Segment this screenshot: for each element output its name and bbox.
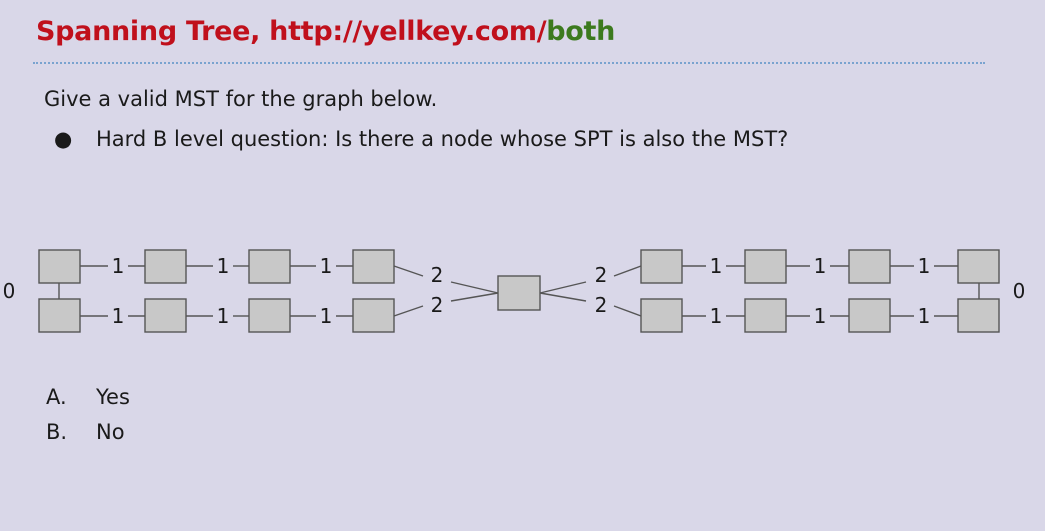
weight-label: 1 bbox=[112, 254, 125, 278]
answer-letter: A. bbox=[46, 385, 67, 409]
edge bbox=[393, 305, 424, 317]
graph-node bbox=[38, 298, 81, 333]
graph-node bbox=[352, 298, 395, 333]
graph-diagram: 0 0 1 1 1 1 1 1 2 2 2 2 1 1 1 1 1 1 bbox=[3, 249, 1026, 333]
graph-node bbox=[144, 249, 187, 284]
graph-node bbox=[957, 249, 1000, 284]
weight-label: 2 bbox=[431, 263, 444, 287]
edge bbox=[613, 265, 642, 277]
weight-label: 1 bbox=[814, 304, 827, 328]
edge bbox=[450, 292, 499, 302]
weight-label: 1 bbox=[217, 304, 230, 328]
weight-label: 1 bbox=[320, 254, 333, 278]
graph-node bbox=[144, 298, 187, 333]
answer-option-b[interactable]: B. No bbox=[46, 420, 130, 455]
graph-node bbox=[248, 298, 291, 333]
weight-label: 1 bbox=[217, 254, 230, 278]
graph-node bbox=[848, 298, 891, 333]
edge bbox=[613, 305, 642, 317]
graph-node bbox=[352, 249, 395, 284]
answer-text: Yes bbox=[96, 385, 130, 409]
answer-text: No bbox=[96, 420, 125, 444]
graph-node bbox=[38, 249, 81, 284]
edge bbox=[450, 281, 499, 294]
weight-label: 1 bbox=[112, 304, 125, 328]
graph-node-center bbox=[497, 275, 541, 311]
title-divider bbox=[33, 62, 985, 64]
weight-label: 1 bbox=[918, 304, 931, 328]
weight-label: 1 bbox=[320, 304, 333, 328]
bullet-dot-icon: ● bbox=[54, 127, 73, 151]
weight-label-left-vertical: 0 bbox=[3, 279, 16, 303]
slide-title: Spanning Tree, http://yellkey.com/both bbox=[36, 16, 615, 47]
weight-label: 2 bbox=[595, 293, 608, 317]
graph-node bbox=[744, 249, 787, 284]
answer-option-a[interactable]: A. Yes bbox=[46, 385, 130, 420]
edge bbox=[393, 265, 424, 277]
weight-label: 1 bbox=[918, 254, 931, 278]
weight-label: 2 bbox=[595, 263, 608, 287]
graph-node bbox=[848, 249, 891, 284]
weight-label: 1 bbox=[814, 254, 827, 278]
graph-node bbox=[744, 298, 787, 333]
edge bbox=[539, 292, 587, 302]
answer-letter: B. bbox=[46, 420, 68, 444]
title-keyword: both bbox=[546, 16, 616, 47]
graph-node bbox=[248, 249, 291, 284]
bullet-item: ● Hard B level question: Is there a node … bbox=[54, 127, 788, 151]
weight-label: 1 bbox=[710, 304, 723, 328]
graph-node bbox=[640, 298, 683, 333]
answer-list: A. Yes B. No bbox=[46, 385, 130, 455]
weight-label: 2 bbox=[431, 293, 444, 317]
graph-node bbox=[957, 298, 1000, 333]
graph-node bbox=[640, 249, 683, 284]
weight-label-right-vertical: 0 bbox=[1013, 279, 1026, 303]
intro-text: Give a valid MST for the graph below. bbox=[44, 87, 438, 111]
slide: Spanning Tree, http://yellkey.com/both G… bbox=[0, 0, 1045, 531]
title-main: Spanning Tree, http://yellkey.com/ bbox=[36, 16, 547, 47]
edge bbox=[539, 281, 587, 294]
bullet-text: Hard B level question: Is there a node w… bbox=[96, 127, 789, 151]
weight-label: 1 bbox=[710, 254, 723, 278]
